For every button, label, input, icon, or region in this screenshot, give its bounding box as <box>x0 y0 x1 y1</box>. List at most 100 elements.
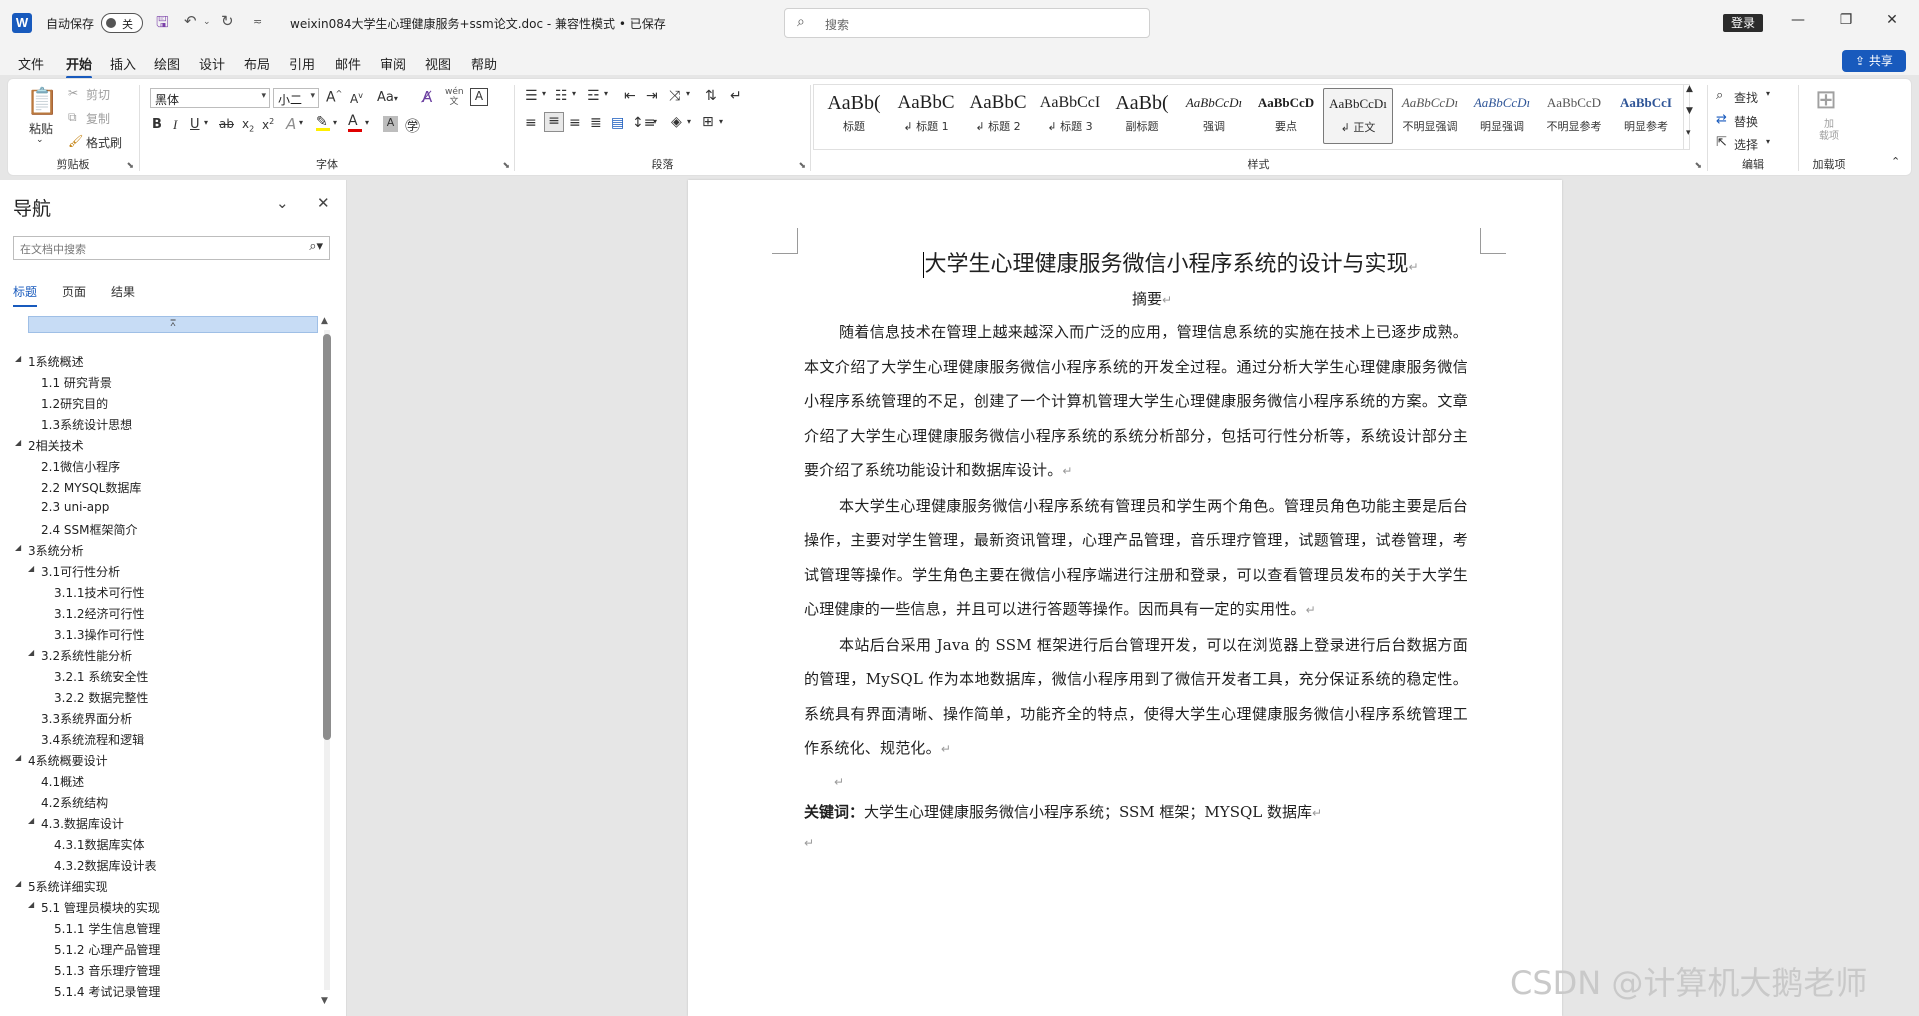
superscript-icon[interactable]: x2 <box>262 117 274 132</box>
scroll-thumb[interactable] <box>323 334 331 740</box>
multilevel-list-icon[interactable]: ☲ <box>587 88 600 104</box>
font-color-dropdown-icon[interactable]: ▾ <box>365 118 369 127</box>
search-icon[interactable]: ⌕▾ <box>309 239 323 254</box>
nav-heading-item[interactable]: 3.1.3操作可行性 <box>0 624 320 645</box>
format-painter-icon[interactable]: 🖌 <box>68 134 83 148</box>
tab-home[interactable]: 开始 <box>66 54 93 79</box>
scroll-up-icon[interactable]: ▲ <box>321 316 328 326</box>
nav-heading-item[interactable]: ◢ 1系统概述 <box>0 351 320 372</box>
addins-button[interactable]: 加 载项 <box>1819 119 1839 143</box>
text-direction-icon[interactable]: ⤨ <box>669 88 680 104</box>
restore-icon[interactable]: ❐ <box>1836 12 1856 28</box>
nav-heading-item[interactable]: 1.1 研究背景 <box>0 372 320 393</box>
character-shading-icon[interactable]: A <box>383 116 398 132</box>
find-dropdown-icon[interactable]: ▾ <box>1766 89 1770 98</box>
enclose-characters-icon[interactable]: ㊫ <box>405 115 420 136</box>
scroll-down-icon[interactable]: ▼ <box>321 996 328 1006</box>
nav-heading-item[interactable]: ◢ 5.1 管理员模块的实现 <box>0 897 320 918</box>
numbering-dropdown-icon[interactable]: ▾ <box>572 89 576 98</box>
nav-heading-item[interactable]: 3.2.2 数据完整性 <box>0 687 320 708</box>
style-strong[interactable]: AaBbCcD 要点 <box>1251 88 1321 144</box>
tab-review[interactable]: 审阅 <box>380 54 406 73</box>
text-effects-dropdown-icon[interactable]: ▾ <box>299 118 303 127</box>
replace-icon[interactable]: ⇄ <box>1716 112 1727 127</box>
nav-heading-item[interactable]: ◢ 3系统分析 <box>0 540 320 561</box>
nav-search-input[interactable]: 在文档中搜索 ⌕▾ <box>13 236 330 260</box>
nav-tab-results[interactable]: 结果 <box>111 283 135 300</box>
close-icon[interactable]: ✕ <box>1882 12 1902 28</box>
tab-references[interactable]: 引用 <box>289 54 315 73</box>
font-size-select[interactable]: 小二 ▾ <box>273 88 319 108</box>
nav-heading-item[interactable]: 5.1.2 心理产品管理 <box>0 939 320 960</box>
strikethrough-icon[interactable]: ab <box>219 117 234 131</box>
bullets-icon[interactable]: ☰ <box>525 88 538 104</box>
numbering-icon[interactable]: ☷ <box>555 88 568 104</box>
multilevel-dropdown-icon[interactable]: ▾ <box>604 89 608 98</box>
copy-icon[interactable]: ⧉ <box>68 110 77 125</box>
nav-heading-item[interactable]: 3.1.2经济可行性 <box>0 603 320 624</box>
tab-mailings[interactable]: 邮件 <box>335 54 361 73</box>
align-center-icon[interactable]: ≡ <box>544 112 564 132</box>
clear-format-icon[interactable]: A̸ <box>422 88 432 106</box>
show-marks-icon[interactable]: ↵ <box>730 88 742 104</box>
tab-view[interactable]: 视图 <box>425 54 451 73</box>
align-right-icon[interactable]: ≡ <box>569 115 581 131</box>
nav-heading-item[interactable]: 4.1概述 <box>0 771 320 792</box>
nav-heading-item[interactable]: 2.3 uni-app <box>0 498 320 519</box>
body-paragraph[interactable]: 本大学生心理健康服务微信小程序系统有管理员和学生两个角色。管理员角色功能主要是后… <box>804 489 1468 628</box>
font-name-select[interactable]: 黑体 ▾ <box>150 88 270 108</box>
find-button[interactable]: 查找 <box>1734 89 1758 106</box>
tab-layout[interactable]: 布局 <box>244 54 270 73</box>
nav-heading-item[interactable]: 4.3.2数据库设计表 <box>0 855 320 876</box>
abstract-heading[interactable]: 摘要↵ <box>836 284 1468 315</box>
paste-icon[interactable]: 📋 <box>26 87 58 117</box>
empty-paragraph[interactable]: ↵ <box>804 828 1468 858</box>
expand-arrow-icon[interactable]: ◢ <box>15 753 21 762</box>
nav-tab-pages[interactable]: 页面 <box>62 283 86 300</box>
tab-file[interactable]: 文件 <box>18 54 44 73</box>
bold-icon[interactable]: B <box>152 117 162 132</box>
align-left-icon[interactable]: ≡ <box>525 115 537 131</box>
style-subtitle[interactable]: AaBb(副标题 <box>1107 88 1177 144</box>
styles-up-icon[interactable]: ▲ <box>1686 84 1693 94</box>
nav-heading-item[interactable]: 1.2研究目的 <box>0 393 320 414</box>
minimize-icon[interactable]: — <box>1788 12 1808 28</box>
style-emphasis[interactable]: AaBbCcDı 强调 <box>1179 88 1249 144</box>
tab-help[interactable]: 帮助 <box>471 54 497 73</box>
document-area[interactable]: 大学生心理健康服务微信小程序系统的设计与实现↵ 摘要↵ 随着信息技术在管理上越来… <box>348 180 1919 1016</box>
underline-dropdown-icon[interactable]: ▾ <box>204 118 208 127</box>
line-spacing-dropdown-icon[interactable]: ▾ <box>653 117 657 126</box>
shading-icon[interactable]: ◈ <box>671 114 682 130</box>
expand-arrow-icon[interactable]: ◢ <box>15 438 21 447</box>
cut-button[interactable]: 剪切 <box>86 86 110 103</box>
phonetic-guide-icon[interactable]: wén 文 <box>445 87 464 107</box>
nav-heading-item[interactable]: 4.2系统结构 <box>0 792 320 813</box>
nav-heading-item[interactable]: ◢ 2相关技术 <box>0 435 320 456</box>
expand-arrow-icon[interactable]: ◢ <box>15 543 21 552</box>
highlight-icon[interactable]: ✎ <box>316 114 330 131</box>
replace-button[interactable]: 替换 <box>1734 113 1758 130</box>
document-page[interactable]: 大学生心理健康服务微信小程序系统的设计与实现↵ 摘要↵ 随着信息技术在管理上越来… <box>688 180 1562 1016</box>
login-button[interactable]: 登录 <box>1723 14 1763 32</box>
shrink-font-icon[interactable]: Av <box>350 91 363 106</box>
nav-heading-item[interactable]: 4.3.1数据库实体 <box>0 834 320 855</box>
style-subtle-emphasis[interactable]: AaBbCcDı 不明显强调 <box>1395 88 1465 144</box>
tab-design[interactable]: 设计 <box>199 54 225 73</box>
nav-heading-item[interactable]: 5.1.1 学生信息管理 <box>0 918 320 939</box>
justify-icon[interactable]: ≣ <box>590 115 602 131</box>
expand-arrow-icon[interactable]: ◢ <box>15 879 21 888</box>
nav-heading-item[interactable]: ◢ 4.3.数据库设计 <box>0 813 320 834</box>
cut-icon[interactable]: ✂ <box>68 86 78 100</box>
find-icon[interactable]: ⌕ <box>1716 88 1723 103</box>
clipboard-launcher-icon[interactable]: ⬊ <box>126 161 134 171</box>
expand-arrow-icon[interactable]: ◢ <box>28 564 34 573</box>
nav-heading-item[interactable]: 3.1.1技术可行性 <box>0 582 320 603</box>
expand-arrow-icon[interactable]: ◢ <box>15 354 21 363</box>
select-button[interactable]: 选择 <box>1734 136 1758 153</box>
body-paragraph[interactable]: 本站后台采用 Java 的 SSM 框架进行后台管理开发，可以在浏览器上登录进行… <box>804 628 1468 767</box>
distributed-icon[interactable]: ▤ <box>611 115 624 131</box>
nav-heading-item[interactable]: 2.4 SSM框架简介 <box>0 519 320 540</box>
sort-icon[interactable]: ⇅ <box>705 88 717 104</box>
change-case-button[interactable]: Aa▾ <box>377 90 398 105</box>
styles-launcher-icon[interactable]: ⬊ <box>1694 161 1702 171</box>
